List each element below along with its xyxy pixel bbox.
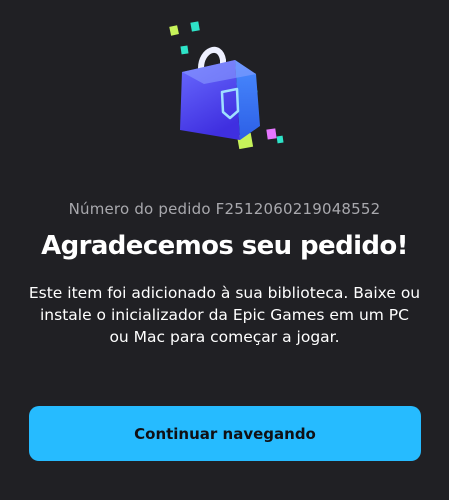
shopping-bag-illustration <box>160 18 290 158</box>
confirmation-description: Este item foi adicionado à sua bibliotec… <box>28 284 421 346</box>
continue-browsing-button[interactable]: Continuar navegando <box>29 406 421 461</box>
order-number: Número do pedido F2512060219048552 <box>68 200 381 218</box>
shopping-bag-icon <box>169 21 284 150</box>
page-title: Agradecemos seu pedido! <box>41 231 408 261</box>
